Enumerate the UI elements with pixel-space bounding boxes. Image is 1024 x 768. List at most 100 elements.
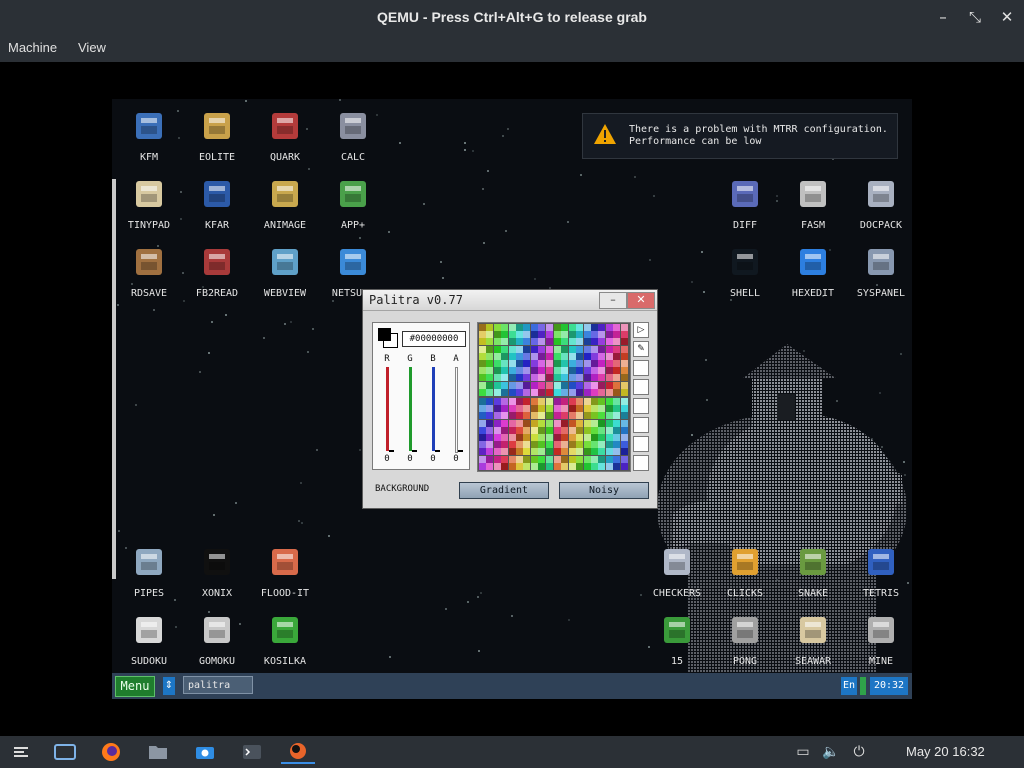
palette-cell[interactable] [598, 338, 606, 346]
palette-cell[interactable] [479, 455, 486, 463]
palette-cell[interactable] [605, 426, 613, 434]
palette-cell[interactable] [554, 338, 561, 346]
palette-cell[interactable] [508, 345, 516, 353]
palette-cell[interactable] [554, 345, 561, 353]
palette-cell[interactable] [605, 388, 613, 396]
palette-cell[interactable] [545, 434, 553, 441]
palette-cell[interactable] [479, 412, 486, 420]
palette-cell[interactable] [479, 448, 486, 456]
palette-cell[interactable] [530, 441, 538, 449]
palette-cell[interactable] [568, 448, 576, 456]
desktop-icon-rdsave[interactable]: RDSAVE [115, 238, 183, 302]
palette-cell[interactable] [538, 426, 546, 434]
red-slider[interactable] [386, 367, 389, 451]
palette-cell[interactable] [508, 426, 516, 434]
palette-cell[interactable] [516, 381, 523, 389]
palette-cell[interactable] [613, 352, 621, 360]
palette-cell[interactable] [568, 345, 576, 353]
palette-cell[interactable] [613, 426, 621, 434]
custom-color-slot[interactable] [633, 436, 649, 452]
palette-cell[interactable] [591, 331, 598, 339]
palette-cell[interactable] [523, 388, 531, 396]
palette-cell[interactable] [493, 360, 501, 367]
palette-cell[interactable] [591, 381, 598, 389]
palette-cell[interactable] [545, 367, 553, 375]
palette-cell[interactable] [591, 374, 598, 382]
palette-cell[interactable] [620, 331, 628, 339]
palette-cell[interactable] [576, 426, 584, 434]
palette-cell[interactable] [523, 381, 531, 389]
palette-cell[interactable] [598, 352, 606, 360]
palette-cell[interactable] [591, 462, 598, 470]
power-icon[interactable]: ⏻ [849, 742, 869, 762]
gradient-button[interactable]: Gradient [459, 482, 549, 499]
play-tool-button[interactable]: ▷ [633, 322, 649, 338]
palette-cell[interactable] [583, 331, 591, 339]
palette-cell[interactable] [493, 405, 501, 413]
palette-cell[interactable] [545, 338, 553, 346]
palette-cell[interactable] [538, 462, 546, 470]
palette-cell[interactable] [605, 398, 613, 405]
palette-cell[interactable] [554, 412, 561, 420]
desktop-icon-checkers[interactable]: CHECKERS [643, 538, 711, 602]
palette-cell[interactable] [613, 419, 621, 427]
palette-cell[interactable] [545, 455, 553, 463]
palette-cell[interactable] [538, 388, 546, 396]
palette-cell[interactable] [613, 405, 621, 413]
palette-cell[interactable] [613, 455, 621, 463]
palette-cell[interactable] [538, 331, 546, 339]
palette-cell[interactable] [479, 462, 486, 470]
blue-slider-knob[interactable] [435, 450, 440, 452]
palette-cell[interactable] [554, 419, 561, 427]
palette-cell[interactable] [530, 374, 538, 382]
palette-cell[interactable] [605, 352, 613, 360]
desktop-icon-seawar[interactable]: SEAWAR [779, 606, 847, 670]
palette-cell[interactable] [523, 338, 531, 346]
palette-cell[interactable] [620, 345, 628, 353]
palette-cell[interactable] [591, 405, 598, 413]
palette-cell[interactable] [479, 398, 486, 405]
palette-cell[interactable] [538, 398, 546, 405]
palette-cell[interactable] [568, 462, 576, 470]
palette-cell[interactable] [508, 448, 516, 456]
palette-cell[interactable] [561, 398, 569, 405]
palette-cell[interactable] [538, 338, 546, 346]
palette-cell[interactable] [576, 345, 584, 353]
palette-cell[interactable] [576, 374, 584, 382]
palette-cell[interactable] [620, 412, 628, 420]
palette-cell[interactable] [591, 398, 598, 405]
palette-cell[interactable] [530, 426, 538, 434]
palette-cell[interactable] [508, 324, 516, 331]
palette-cell[interactable] [583, 426, 591, 434]
app-menu-icon[interactable] [4, 740, 38, 764]
desktop-icon-pipes[interactable]: PIPES [115, 538, 183, 602]
palette-cell[interactable] [538, 434, 546, 441]
palette-cell[interactable] [545, 419, 553, 427]
palette-cell[interactable] [613, 441, 621, 449]
foreground-color-swatch[interactable] [378, 328, 391, 341]
desktop-icon-clicks[interactable]: CLICKS [711, 538, 779, 602]
palette-cell[interactable] [486, 448, 494, 456]
palette-cell[interactable] [613, 388, 621, 396]
green-slider-knob[interactable] [412, 450, 417, 452]
palette-cell[interactable] [538, 345, 546, 353]
desktop-icon-sudoku[interactable]: SUDOKU [115, 606, 183, 670]
palette-cell[interactable] [501, 455, 509, 463]
palette-cell[interactable] [523, 455, 531, 463]
palette-cell[interactable] [605, 324, 613, 331]
desktop-icon-webview[interactable]: WEBVIEW [251, 238, 319, 302]
palette-cell[interactable] [598, 448, 606, 456]
palette-cell[interactable] [554, 324, 561, 331]
palette-cell[interactable] [576, 434, 584, 441]
palette-cell[interactable] [545, 448, 553, 456]
palette-cell[interactable] [486, 360, 494, 367]
palette-cell[interactable] [479, 374, 486, 382]
palette-cell[interactable] [479, 426, 486, 434]
palette-cell[interactable] [620, 448, 628, 456]
palette-cell[interactable] [516, 448, 523, 456]
palette-cell[interactable] [554, 367, 561, 375]
desktop-icon-15[interactable]: 15 [643, 606, 711, 670]
palette-cell[interactable] [538, 448, 546, 456]
palette-cell[interactable] [583, 388, 591, 396]
palette-cell[interactable] [583, 324, 591, 331]
